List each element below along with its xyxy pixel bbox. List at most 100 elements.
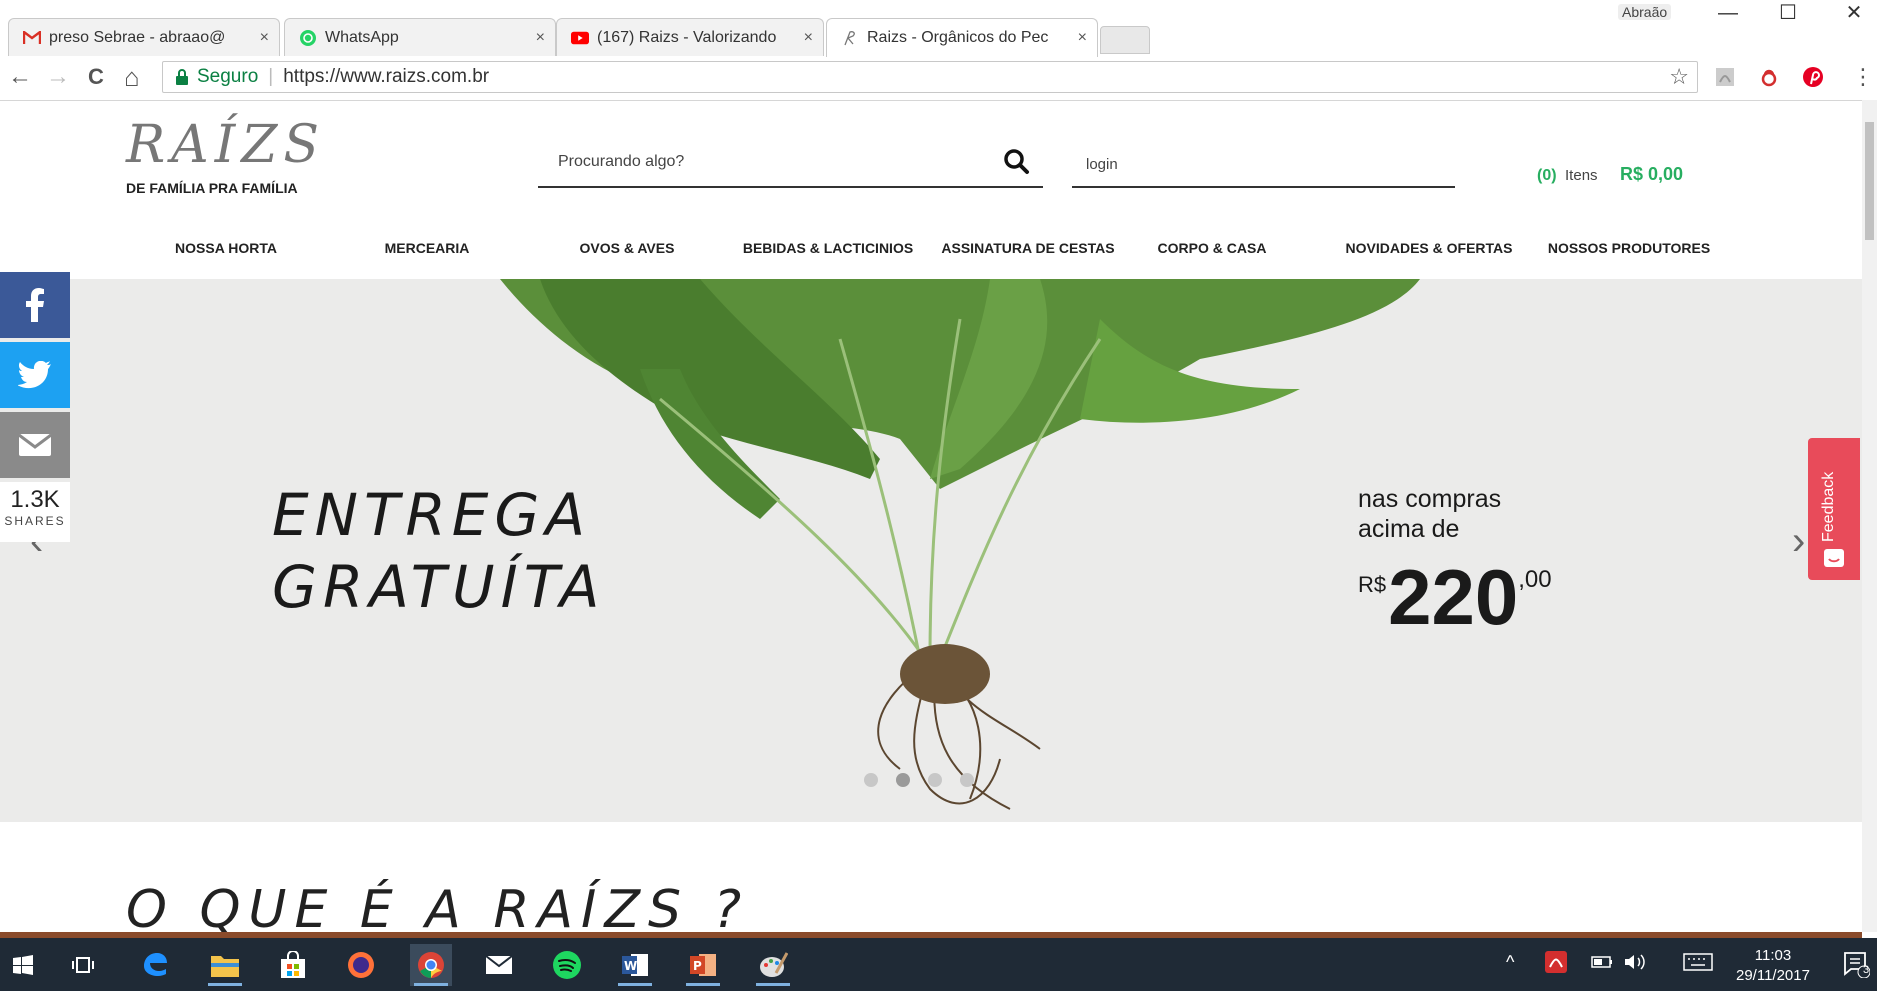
nav-item-nossa-horta[interactable]: NOSSA HORTA <box>175 240 277 256</box>
twitter-share-button[interactable] <box>0 342 70 408</box>
windows-taskbar: W P ^ 11:03 29/11/2017 3 <box>0 938 1877 991</box>
cart-summary[interactable]: (0) Itens R$ 0,00 <box>1537 164 1683 185</box>
carousel-dot-active[interactable] <box>896 773 910 787</box>
pinterest-extension-icon[interactable] <box>1802 66 1824 88</box>
reload-button[interactable]: C <box>88 64 104 90</box>
close-tab-icon[interactable]: × <box>1078 29 1087 47</box>
running-indicator <box>208 983 242 986</box>
cart-count: (0) <box>1537 167 1557 184</box>
email-share-button[interactable] <box>0 412 70 478</box>
logo-wordmark: RAÍZS <box>126 115 325 175</box>
carousel-dot[interactable] <box>960 773 974 787</box>
spotify-icon[interactable] <box>546 944 588 986</box>
running-indicator <box>414 983 448 986</box>
nav-item-bebidas-lacticinios[interactable]: BEBIDAS & LACTICINIOS <box>743 240 913 256</box>
windows-start-icon[interactable] <box>2 944 44 986</box>
whatsapp-icon <box>299 29 317 47</box>
running-indicator <box>686 983 720 986</box>
share-count-label: SHARES <box>4 514 66 528</box>
hero-headline-line1: ENTREGA <box>272 481 592 549</box>
paint-icon[interactable] <box>752 944 794 986</box>
tab-raizs[interactable]: Raizs - Orgânicos do Pec × <box>826 18 1098 57</box>
search-input[interactable]: Procurando algo? <box>538 148 1043 188</box>
browser-tab-strip: preso Sebrae - abraao@ × WhatsApp × (167… <box>0 0 1877 57</box>
feedback-tab[interactable]: Feedback <box>1808 438 1860 580</box>
tab-title: (167) Raizs - Valorizando <box>597 28 777 46</box>
new-tab-button[interactable] <box>1100 26 1150 54</box>
address-bar[interactable]: Seguro | https://www.raizs.com.br ☆ <box>162 61 1698 93</box>
bookmark-star-icon[interactable]: ☆ <box>1669 64 1689 90</box>
secure-indicator[interactable]: Seguro <box>175 66 258 88</box>
notification-count: 3 <box>1863 964 1870 976</box>
page-scrollbar[interactable] <box>1862 100 1877 932</box>
forward-button[interactable]: → <box>46 64 70 90</box>
home-button[interactable]: ⌂ <box>124 64 140 90</box>
file-explorer-icon[interactable] <box>204 944 246 986</box>
word-icon[interactable]: W <box>614 944 656 986</box>
menu-kebab-icon[interactable]: ⋮ <box>1852 64 1874 90</box>
profile-button[interactable]: Abraão <box>1618 4 1672 20</box>
powerpoint-icon[interactable]: P <box>682 944 724 986</box>
system-clock[interactable]: 11:03 29/11/2017 <box>1736 946 1810 986</box>
close-tab-icon[interactable]: × <box>260 29 269 47</box>
svg-text:P: P <box>693 959 702 973</box>
search-icon[interactable] <box>1003 148 1031 181</box>
action-center-icon[interactable]: 3 <box>1838 946 1874 982</box>
running-indicator <box>756 983 790 986</box>
login-input[interactable]: login <box>1072 148 1455 188</box>
keyboard-icon[interactable] <box>1680 946 1716 978</box>
share-sidebar: 1.3K SHARES <box>0 272 70 542</box>
hero-offer-price: R$ 220 ,00 <box>1358 553 1552 641</box>
carousel-dot[interactable] <box>864 773 878 787</box>
volume-icon[interactable] <box>1618 946 1654 978</box>
show-hidden-icons-chevron-up-icon[interactable]: ^ <box>1506 952 1514 973</box>
url-text[interactable]: https://www.raizs.com.br <box>283 66 489 88</box>
hero-offer: nas compras acima de R$ 220 ,00 <box>1358 484 1552 641</box>
nav-item-ovos-aves[interactable]: OVOS & AVES <box>580 240 675 256</box>
task-view-icon[interactable] <box>62 944 104 986</box>
share-count-number: 1.3K <box>10 486 60 513</box>
mail-icon[interactable] <box>478 944 520 986</box>
acrobat-extension-icon[interactable] <box>1714 66 1736 88</box>
tab-whatsapp[interactable]: WhatsApp × <box>284 18 556 56</box>
running-indicator <box>618 983 652 986</box>
price-amount: 220 <box>1388 553 1519 641</box>
battery-icon[interactable] <box>1586 946 1618 978</box>
hero-headline-line2: GRATUÍTA <box>272 553 606 621</box>
browser-toolbar: ← → C ⌂ Seguro | https://www.raizs.com.b… <box>0 56 1877 101</box>
tab-youtube[interactable]: (167) Raizs - Valorizando × <box>556 18 824 56</box>
nav-item-assinatura-de-cestas[interactable]: ASSINATURA DE CESTAS <box>941 240 1114 256</box>
store-icon[interactable] <box>272 944 314 986</box>
hero-headline: ENTREGA GRATUÍTA <box>272 479 605 623</box>
facebook-share-button[interactable] <box>0 272 70 338</box>
back-button[interactable]: ← <box>8 64 32 90</box>
acrobat-tray-icon[interactable] <box>1540 946 1572 978</box>
edge-browser-icon[interactable] <box>134 944 176 986</box>
maximize-button[interactable]: ☐ <box>1768 0 1808 26</box>
carousel-next-chevron-icon[interactable]: › <box>1792 519 1805 564</box>
nav-item-mercearia[interactable]: MERCEARIA <box>385 240 470 256</box>
hero-carousel[interactable]: ENTREGA GRATUÍTA nas compras acima de R$… <box>0 279 1862 822</box>
minimize-button[interactable]: — <box>1708 0 1748 26</box>
nav-item-corpo-casa[interactable]: CORPO & CASA <box>1158 240 1267 256</box>
tab-title: Raizs - Orgânicos do Pec <box>867 29 1049 46</box>
tab-gmail[interactable]: preso Sebrae - abraao@ × <box>8 18 280 56</box>
chrome-icon[interactable] <box>410 944 452 986</box>
site-logo[interactable]: RAÍZS DE FAMÍLIA PRA FAMÍLIA <box>126 115 325 196</box>
close-tab-icon[interactable]: × <box>536 29 545 47</box>
lock-icon <box>176 69 188 85</box>
tab-title: preso Sebrae - abraao@ <box>49 28 226 46</box>
firefox-icon[interactable] <box>340 944 382 986</box>
clock-date: 29/11/2017 <box>1736 967 1810 984</box>
carousel-dot[interactable] <box>928 773 942 787</box>
nav-item-novidades-ofertas[interactable]: NOVIDADES & OFERTAS <box>1346 240 1513 256</box>
feedback-label: Feedback <box>1820 471 1837 542</box>
nav-item-nossos-produtores[interactable]: NOSSOS PRODUTORES <box>1548 240 1710 256</box>
scrollbar-thumb[interactable] <box>1865 122 1874 240</box>
carousel-dots <box>864 773 974 787</box>
close-window-button[interactable]: ✕ <box>1834 0 1874 26</box>
tab-title: WhatsApp <box>325 28 399 46</box>
close-tab-icon[interactable]: × <box>804 29 813 47</box>
price-currency: R$ <box>1358 572 1387 597</box>
lastpass-extension-icon[interactable] <box>1758 66 1780 88</box>
